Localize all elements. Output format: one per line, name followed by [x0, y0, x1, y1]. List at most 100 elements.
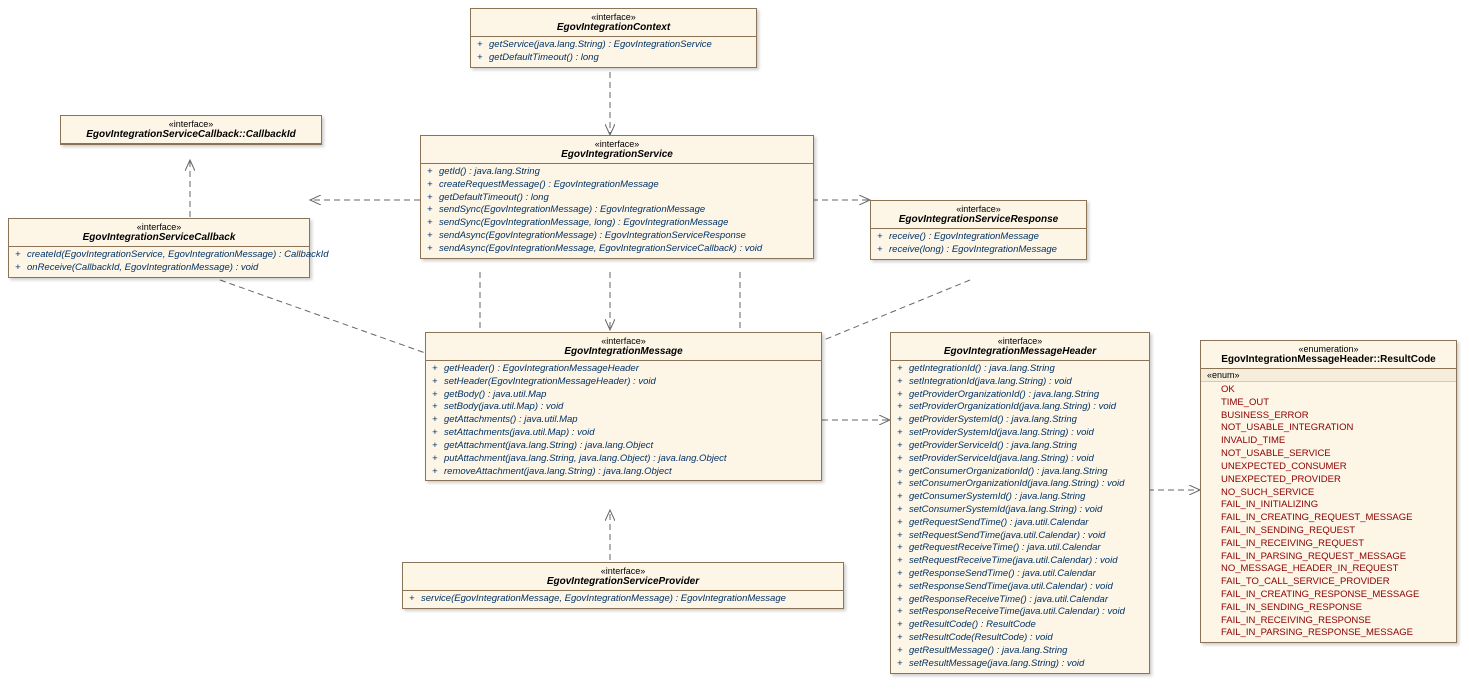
operation: +setRequestSendTime(java.util.Calendar) …	[897, 530, 1143, 543]
operation: +setAttachments(java.util.Map) : void	[432, 427, 815, 440]
stereotype-label: «interface»	[429, 139, 805, 149]
operation: +removeAttachment(java.lang.String) : ja…	[432, 466, 815, 479]
class-name: EgovIntegrationContext	[479, 22, 748, 33]
enum-literal: FAIL_IN_SENDING_RESPONSE	[1207, 602, 1450, 615]
operation: +getBody() : java.util.Map	[432, 389, 815, 402]
stereotype-label: «enumeration»	[1209, 344, 1448, 354]
operation: +sendAsync(EgovIntegrationMessage, EgovI…	[427, 243, 807, 256]
enum-literal: FAIL_IN_SENDING_REQUEST	[1207, 525, 1450, 538]
stereotype-label: «interface»	[479, 12, 748, 22]
op-list: +service(EgovIntegrationMessage, EgovInt…	[403, 591, 843, 608]
op-list: +getId() : java.lang.String+createReques…	[421, 164, 813, 258]
operation: +setResultMessage(java.lang.String) : vo…	[897, 658, 1143, 671]
operation: +setHeader(EgovIntegrationMessageHeader)…	[432, 376, 815, 389]
operation: +getIntegrationId() : java.lang.String	[897, 363, 1143, 376]
enum-literal: FAIL_IN_CREATING_RESPONSE_MESSAGE	[1207, 589, 1450, 602]
operation: +getHeader() : EgovIntegrationMessageHea…	[432, 363, 815, 376]
stereotype-label: «interface»	[411, 566, 835, 576]
operation: +setResponseSendTime(java.util.Calendar)…	[897, 581, 1143, 594]
class-callback: «interface»EgovIntegrationServiceCallbac…	[8, 218, 310, 278]
enum-literal: BUSINESS_ERROR	[1207, 410, 1450, 423]
class-name: EgovIntegrationMessageHeader	[899, 346, 1141, 357]
operation: +getAttachments() : java.util.Map	[432, 414, 815, 427]
class-response: «interface»EgovIntegrationServiceRespons…	[870, 200, 1087, 260]
enum-literal: NOT_USABLE_INTEGRATION	[1207, 422, 1450, 435]
op-list: +getIntegrationId() : java.lang.String +s…	[891, 361, 1149, 673]
enum-literal: FAIL_TO_CALL_SERVICE_PROVIDER	[1207, 576, 1450, 589]
enum-literal: FAIL_IN_RECEIVING_REQUEST	[1207, 538, 1450, 551]
class-name: EgovIntegrationServiceResponse	[879, 214, 1078, 225]
operation: +getConsumerOrganizationId() : java.lang…	[897, 466, 1143, 479]
operation: +putAttachment(java.lang.String, java.la…	[432, 453, 815, 466]
operation: +onReceive(CallbackId, EgovIntegrationMe…	[15, 262, 303, 275]
operation: +getResultMessage() : java.lang.String	[897, 645, 1143, 658]
operation: +getConsumerSystemId() : java.lang.Strin…	[897, 491, 1143, 504]
operation: +setProviderOrganizationId(java.lang.Str…	[897, 401, 1143, 414]
operation: +receive(long) : EgovIntegrationMessage	[877, 244, 1080, 257]
operation: +getProviderOrganizationId() : java.lang…	[897, 389, 1143, 402]
operation: +getProviderSystemId() : java.lang.Strin…	[897, 414, 1143, 427]
class-provider: «interface»EgovIntegrationServiceProvide…	[402, 562, 844, 609]
operation: +createId(EgovIntegrationService, EgovIn…	[15, 249, 303, 262]
enum-literal: NOT_USABLE_SERVICE	[1207, 448, 1450, 461]
operation: +setRequestReceiveTime(java.util.Calenda…	[897, 555, 1143, 568]
enum-literal: FAIL_IN_INITIALIZING	[1207, 499, 1450, 512]
operation: +getResultCode() : ResultCode	[897, 619, 1143, 632]
operation: +getService(java.lang.String) : EgovInte…	[477, 39, 750, 52]
enum-literal: INVALID_TIME	[1207, 435, 1450, 448]
enum-literal: FAIL_IN_PARSING_RESPONSE_MESSAGE	[1207, 627, 1450, 640]
op-list: +getService(java.lang.String) : EgovInte…	[471, 37, 756, 67]
class-name: EgovIntegrationServiceCallback::Callback…	[69, 129, 313, 140]
operation: +setProviderServiceId(java.lang.String) …	[897, 453, 1143, 466]
class-context: «interface»EgovIntegrationContext +getSe…	[470, 8, 757, 68]
op-list: +receive() : EgovIntegrationMessage+rece…	[871, 229, 1086, 259]
operation: +createRequestMessage() : EgovIntegratio…	[427, 179, 807, 192]
class-name: EgovIntegrationMessage	[434, 346, 813, 357]
enum-section-label: «enum»	[1201, 369, 1456, 382]
enum-literal: NO_MESSAGE_HEADER_IN_REQUEST	[1207, 563, 1450, 576]
class-name: EgovIntegrationServiceProvider	[411, 576, 835, 587]
operation: +receive() : EgovIntegrationMessage	[877, 231, 1080, 244]
enum-resultcode: «enumeration»EgovIntegrationMessageHeade…	[1200, 340, 1457, 643]
op-list: +createId(EgovIntegrationService, EgovIn…	[9, 247, 309, 277]
operation: +getDefaultTimeout() : long	[427, 192, 807, 205]
op-list: +getHeader() : EgovIntegrationMessageHea…	[426, 361, 821, 480]
class-message: «interface»EgovIntegrationMessage +getHe…	[425, 332, 822, 481]
operation: +getAttachment(java.lang.String) : java.…	[432, 440, 815, 453]
operation: +getResponseReceiveTime() : java.util.Ca…	[897, 594, 1143, 607]
operation: +getDefaultTimeout() : long	[477, 52, 750, 65]
enum-literal: UNEXPECTED_PROVIDER	[1207, 474, 1450, 487]
operation: +getProviderServiceId() : java.lang.Stri…	[897, 440, 1143, 453]
stereotype-label: «interface»	[899, 336, 1141, 346]
operation: +getRequestSendTime() : java.util.Calend…	[897, 517, 1143, 530]
operation: +setResponseReceiveTime(java.util.Calend…	[897, 606, 1143, 619]
enum-literal: FAIL_IN_PARSING_REQUEST_MESSAGE	[1207, 551, 1450, 564]
operation: +setBody(java.util.Map) : void	[432, 401, 815, 414]
operation: +sendAsync(EgovIntegrationMessage) : Ego…	[427, 230, 807, 243]
enum-literal: UNEXPECTED_CONSUMER	[1207, 461, 1450, 474]
operation: +sendSync(EgovIntegrationMessage, long) …	[427, 217, 807, 230]
class-name: EgovIntegrationServiceCallback	[17, 232, 301, 243]
enum-literal: OK	[1207, 384, 1450, 397]
stereotype-label: «interface»	[17, 222, 301, 232]
class-name: EgovIntegrationMessageHeader::ResultCode	[1209, 354, 1448, 365]
enum-literal: TIME_OUT	[1207, 397, 1450, 410]
stereotype-label: «interface»	[879, 204, 1078, 214]
operation: +setConsumerSystemId(java.lang.String) :…	[897, 504, 1143, 517]
class-callbackid: «interface»EgovIntegrationServiceCallbac…	[60, 115, 322, 145]
class-name: EgovIntegrationService	[429, 149, 805, 160]
operation: +getResponseSendTime() : java.util.Calen…	[897, 568, 1143, 581]
enum-literal: FAIL_IN_RECEIVING_RESPONSE	[1207, 615, 1450, 628]
operation: +setConsumerOrganizationId(java.lang.Str…	[897, 478, 1143, 491]
operation: +setResultCode(ResultCode) : void	[897, 632, 1143, 645]
operation: +getId() : java.lang.String	[427, 166, 807, 179]
operation: +setProviderSystemId(java.lang.String) :…	[897, 427, 1143, 440]
enum-literal: NO_SUCH_SERVICE	[1207, 487, 1450, 500]
enum-literal: FAIL_IN_CREATING_REQUEST_MESSAGE	[1207, 512, 1450, 525]
class-header: «interface»EgovIntegrationMessageHeader …	[890, 332, 1150, 674]
enum-list: OKTIME_OUTBUSINESS_ERRORNOT_USABLE_INTEG…	[1201, 382, 1456, 642]
class-service: «interface»EgovIntegrationService +getId…	[420, 135, 814, 259]
operation: +service(EgovIntegrationMessage, EgovInt…	[409, 593, 837, 606]
operation: +getRequestReceiveTime() : java.util.Cal…	[897, 542, 1143, 555]
stereotype-label: «interface»	[69, 119, 313, 129]
